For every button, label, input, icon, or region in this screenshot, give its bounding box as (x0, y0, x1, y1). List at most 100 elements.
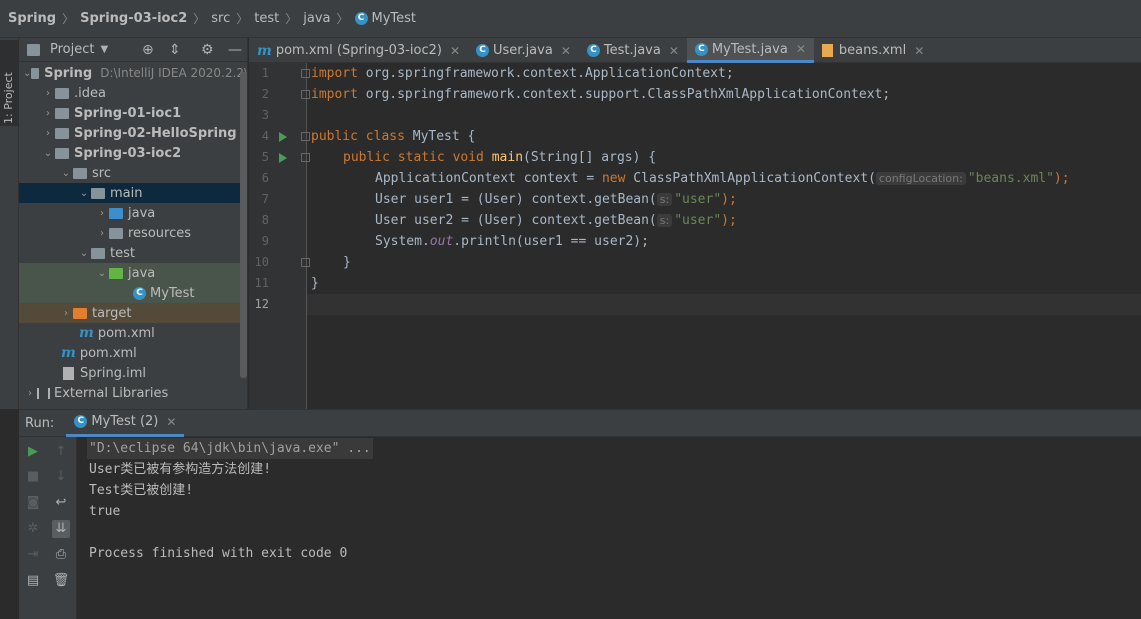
tree-item-label: Spring.iml (80, 365, 146, 381)
parameter-hint: s: (656, 193, 673, 206)
tree-item-main[interactable]: ⌄ main (19, 183, 247, 203)
tree-item-test-java[interactable]: ⌄ java (19, 263, 247, 283)
tree-item-src[interactable]: ⌄ src (19, 163, 247, 183)
fold-icon[interactable] (301, 132, 310, 141)
tab-label: pom.xml (Spring-03-ioc2) (275, 43, 442, 58)
tree-item-root-pom[interactable]: m pom.xml (19, 343, 247, 363)
exit-icon[interactable]: ⇥ (24, 546, 42, 564)
tree-item-idea[interactable]: › .idea (19, 83, 247, 103)
chevron-down-icon[interactable]: ⌄ (59, 168, 73, 179)
tree-item-main-java[interactable]: › java (19, 203, 247, 223)
close-icon[interactable]: ✕ (796, 42, 806, 56)
chevron-down-icon[interactable]: ⌄ (77, 248, 91, 259)
code-text: ); (721, 213, 737, 228)
chevron-right-icon[interactable]: › (95, 228, 109, 239)
tree-item-spring-03[interactable]: ⌄ Spring-03-ioc2 (19, 143, 247, 163)
chevron-down-icon[interactable]: ⌄ (41, 148, 55, 159)
maven-icon: m (79, 325, 94, 341)
settings-icon[interactable]: ✲ (24, 520, 42, 538)
chevron-right-icon[interactable]: › (23, 388, 37, 399)
chevron-right-icon[interactable]: › (41, 108, 55, 119)
close-icon[interactable]: ✕ (166, 415, 176, 429)
fold-icon[interactable] (301, 153, 310, 162)
line-number: 10 (254, 255, 269, 269)
tab-test-java[interactable]: C Test.java ✕ (579, 38, 687, 63)
project-tool-tab[interactable]: 1: Project (0, 40, 19, 126)
tree-item-module-pom[interactable]: m pom.xml (19, 323, 247, 343)
tree-item-label: Spring (44, 65, 93, 81)
breadcrumb-item-module[interactable]: Spring-03-ioc2 (80, 11, 187, 26)
tree-item-target[interactable]: › target (19, 303, 247, 323)
tree-item-label: MyTest (150, 285, 195, 301)
hide-panel-icon[interactable]: — (228, 42, 242, 58)
chevron-right-icon[interactable]: › (95, 208, 109, 219)
print-icon[interactable]: ⎙ (52, 546, 70, 564)
arrow-up-icon[interactable]: ↑ (52, 443, 70, 461)
trash-icon[interactable]: 🗑 (52, 572, 70, 590)
rerun-icon[interactable]: ▶ (24, 443, 42, 461)
tree-item-spring-01[interactable]: › Spring-01-ioc1 (19, 103, 247, 123)
chevron-right-icon[interactable]: › (41, 128, 55, 139)
chevron-down-icon[interactable]: ⌄ (23, 68, 31, 79)
fold-icon[interactable] (301, 69, 310, 78)
tree-item-spring[interactable]: ⌄ Spring D:\IntelliJ IDEA 2020.2.2\ (19, 63, 247, 83)
gear-icon[interactable]: ⚙ (201, 42, 214, 58)
breadcrumb-item-spring[interactable]: Spring (8, 11, 56, 26)
close-icon[interactable]: ✕ (669, 44, 679, 58)
run-gutter-icon[interactable] (279, 153, 287, 163)
tree-item-label: resources (128, 225, 192, 241)
camera-icon[interactable]: ◙ (24, 494, 42, 512)
chevron-right-icon[interactable]: › (59, 308, 73, 319)
console-output-line: Test类已被创建! (89, 483, 194, 498)
code-line-4: public class MyTest { (311, 126, 475, 147)
code-line-10: } (343, 252, 351, 273)
arrow-down-icon[interactable]: ↓ (52, 468, 70, 486)
tree-item-test[interactable]: ⌄ test (19, 243, 247, 263)
tree-item-resources[interactable]: › resources (19, 223, 247, 243)
collapse-all-icon[interactable]: ⇕ (169, 42, 181, 58)
run-tab-mytest[interactable]: C MyTest (2) ✕ (66, 409, 185, 437)
tree-item-label: java (128, 205, 156, 221)
xml-file-icon (821, 44, 833, 57)
code-editor[interactable]: 1 2 3 4 5 6 7 8 9 10 11 12 import org.sp… (249, 63, 1141, 409)
fold-icon[interactable] (301, 90, 310, 99)
scroll-to-end-icon[interactable]: ⇊ (52, 520, 70, 538)
folder-icon (91, 187, 105, 199)
chevron-right-icon[interactable]: › (41, 88, 55, 99)
chevron-down-icon[interactable]: ⌄ (77, 188, 91, 199)
project-view-selector[interactable]: Project (50, 42, 94, 57)
run-label: Run: (25, 415, 55, 431)
close-icon[interactable]: ✕ (450, 44, 460, 58)
dropdown-arrow-icon[interactable]: ▼ (100, 44, 108, 55)
run-console[interactable]: "D:\eclipse 64\jdk\bin\java.exe" ... Use… (78, 437, 1141, 619)
tree-item-spring-iml[interactable]: Spring.iml (19, 363, 247, 383)
code-text: ApplicationContext context = (375, 171, 602, 186)
tree-item-spring-02[interactable]: › Spring-02-HelloSpring (19, 123, 247, 143)
tab-mytest-java[interactable]: C MyTest.java ✕ (686, 38, 814, 63)
tab-pom-xml[interactable]: m pom.xml (Spring-03-ioc2) ✕ (249, 38, 468, 63)
project-scrollbar[interactable] (240, 72, 247, 378)
breadcrumb-item-mytest[interactable]: C MyTest (354, 11, 416, 26)
stop-icon[interactable]: ■ (24, 468, 42, 486)
soft-wrap-icon[interactable]: ↩ (52, 494, 70, 512)
breadcrumb-item-java[interactable]: java (303, 11, 330, 26)
close-icon[interactable]: ✕ (561, 44, 571, 58)
layout-icon[interactable]: ▤ (24, 572, 42, 590)
run-gutter-icon[interactable] (279, 132, 287, 142)
editor-gutter: 1 2 3 4 5 6 7 8 9 10 11 12 (249, 63, 310, 409)
tab-beans-xml[interactable]: beans.xml ✕ (814, 38, 932, 63)
keyword: import (311, 66, 358, 81)
tab-user-java[interactable]: C User.java ✕ (468, 38, 579, 63)
console-output-line: User类已被有参构造方法创建! (89, 462, 272, 477)
console-command-line[interactable]: "D:\eclipse 64\jdk\bin\java.exe" ... (87, 438, 373, 459)
tree-item-external-libraries[interactable]: › External Libraries (19, 383, 247, 403)
chevron-down-icon[interactable]: ⌄ (95, 268, 109, 279)
string-literal: "beans.xml" (967, 171, 1054, 186)
code-text: ); (721, 192, 737, 207)
fold-icon[interactable] (301, 258, 310, 267)
locate-file-icon[interactable]: ⊕ (142, 42, 154, 58)
tree-item-mytest[interactable]: C MyTest (19, 283, 247, 303)
close-icon[interactable]: ✕ (914, 44, 924, 58)
breadcrumb-item-src[interactable]: src (211, 11, 230, 26)
breadcrumb-item-test[interactable]: test (254, 11, 279, 26)
